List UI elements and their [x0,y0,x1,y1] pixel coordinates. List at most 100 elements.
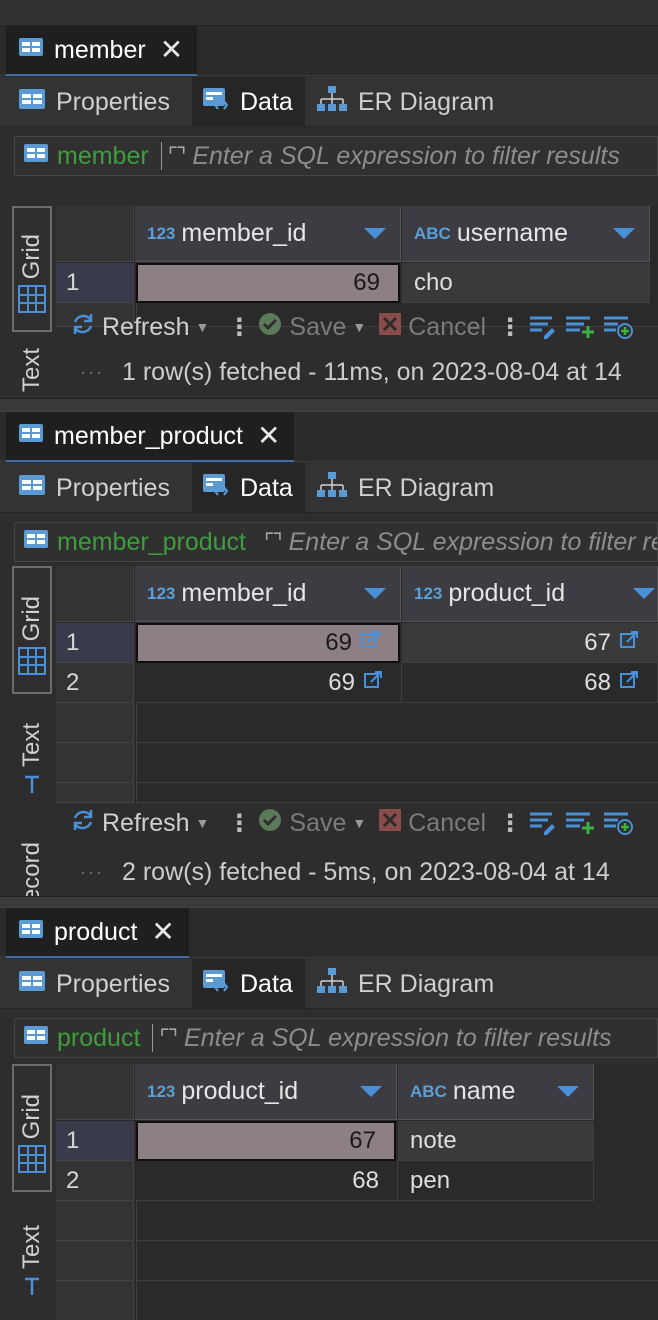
external-link-icon[interactable] [619,669,639,697]
grid-corner[interactable] [56,206,134,262]
sort-caret-icon[interactable] [613,228,635,239]
chevron-down-icon[interactable]: ▼ [352,815,366,831]
chevron-down-icon[interactable]: ▼ [196,815,210,831]
row-number[interactable]: 1 [56,623,134,663]
table-cell[interactable]: 69 [136,623,400,663]
side-tab-record[interactable]: Record [12,842,52,896]
copy-row-icon [604,316,634,339]
chevron-down-icon[interactable]: ▼ [352,319,366,335]
sort-caret-icon[interactable] [364,588,386,599]
column-name: name [452,1077,516,1105]
copy-row-button[interactable] [602,314,634,340]
refresh-button[interactable]: Refresh ▼ [70,311,215,344]
close-icon[interactable]: ✕ [160,36,183,64]
cancel-button[interactable]: Cancel [378,808,486,839]
filter-bar: member ⌜⌝ Enter a SQL expression to filt… [14,136,658,176]
tab-properties[interactable]: Properties [18,959,180,1009]
side-tab-grid[interactable]: Grid [12,206,52,332]
column-header-product-id[interactable]: 123 product_id [135,1064,397,1120]
column-header-member-id[interactable]: 123 member_id [135,206,401,262]
numeric-type-icon: 123 [147,583,176,603]
table-cell[interactable]: 69 [136,263,400,303]
column-header-member-id[interactable]: 123 member_id [135,566,401,622]
close-icon[interactable]: ✕ [151,918,174,946]
table-cell[interactable]: 68 [136,1161,398,1201]
expand-icon[interactable]: ⌜⌝ [168,143,187,169]
side-tab-grid[interactable]: Grid [12,1064,52,1192]
filter-input[interactable]: Enter a SQL expression to filter results [289,528,657,557]
tab-data[interactable]: Data [192,959,305,1009]
tab-er-diagram[interactable]: ER Diagram [312,77,494,127]
side-tab-grid[interactable]: Grid [12,566,52,694]
table-cell[interactable]: 69 [136,663,402,703]
sort-caret-icon[interactable] [557,1086,579,1097]
refresh-button[interactable]: Refresh ▼ [70,807,215,840]
filter-entity-name[interactable]: product [57,1024,140,1053]
column-header-product-id[interactable]: 123 product_id [402,566,658,622]
table-cell[interactable]: 67 [402,623,658,663]
grid-corner[interactable] [56,566,134,622]
view-mode-sidebar: Grid Text [12,1064,52,1320]
cancel-icon [378,808,402,839]
row-number[interactable]: 2 [56,663,134,703]
tab-data[interactable]: Data [192,77,305,127]
external-link-icon[interactable] [363,669,383,697]
row-number[interactable]: 1 [56,1121,134,1161]
external-link-icon[interactable] [360,629,380,657]
save-button[interactable]: Save ▼ [257,807,372,840]
table-cell[interactable]: 68 [402,663,658,703]
filter-input[interactable]: Enter a SQL expression to filter results [184,1024,612,1053]
cancel-button[interactable]: Cancel [378,312,486,343]
tab-properties[interactable]: Properties [18,463,180,513]
document-tab-member[interactable]: member ✕ [6,26,198,76]
expand-icon[interactable]: ⌜⌝ [264,529,283,555]
column-name: product_id [448,579,566,607]
add-row-button[interactable] [564,810,596,836]
chevron-down-icon[interactable]: ▼ [196,319,210,335]
add-row-icon [566,316,595,338]
edit-row-button[interactable] [528,810,558,836]
row-number[interactable]: 1 [56,263,134,303]
column-header-name[interactable]: ABC name [398,1064,594,1120]
empty-row [136,743,658,783]
tab-er-diagram[interactable]: ER Diagram [312,463,494,513]
panel-divider[interactable] [0,896,658,908]
tab-data[interactable]: Data [192,463,305,513]
panel-divider[interactable] [0,398,658,412]
row-number-empty [56,703,134,743]
sort-caret-icon[interactable] [633,588,655,599]
edit-row-button[interactable] [528,314,558,340]
sort-caret-icon[interactable] [360,1086,382,1097]
save-button[interactable]: Save ▼ [257,311,372,344]
column-header-username[interactable]: ABC username [402,206,650,262]
grid-corner[interactable] [56,1064,134,1120]
filter-entity-name[interactable]: member_product [57,528,246,557]
copy-row-button[interactable] [602,810,634,836]
table-cell[interactable]: cho [402,263,650,303]
side-tab-text[interactable]: Text [12,348,52,398]
add-row-button[interactable] [564,314,596,340]
close-icon[interactable]: ✕ [257,422,280,450]
document-tab-member-product[interactable]: member_product ✕ [6,412,295,462]
table-cell[interactable]: note [398,1121,594,1161]
editor-panel-member-product: member_product ✕ Properties Data ER Diag… [0,412,658,896]
side-tab-text[interactable]: Text [12,1212,52,1316]
tab-properties[interactable]: Properties [18,77,180,127]
results-grid: 123 product_id ABC name 1 67 note 2 68 p… [56,1064,658,1320]
row-number[interactable]: 2 [56,1161,134,1201]
document-tab-product[interactable]: product ✕ [6,908,189,958]
external-link-icon[interactable] [619,629,639,657]
results-grid: 123 member_id 123 product_id 1 69 67 2 6… [56,566,658,803]
table-cell[interactable]: 67 [136,1121,396,1161]
edit-row-icon [530,812,556,835]
filter-entity-name[interactable]: member [57,142,149,171]
side-tab-text[interactable]: Text [12,714,52,814]
expand-icon[interactable]: ⌜⌝ [159,1025,178,1051]
tab-er-diagram[interactable]: ER Diagram [312,959,494,1009]
table-cell[interactable]: pen [398,1161,594,1201]
filter-input[interactable]: Enter a SQL expression to filter results [192,142,620,171]
cancel-icon [378,312,402,343]
row-number-empty [56,1281,134,1320]
editor-sub-tab-bar: Properties Data ER Diagram [0,77,658,127]
sort-caret-icon[interactable] [364,228,386,239]
